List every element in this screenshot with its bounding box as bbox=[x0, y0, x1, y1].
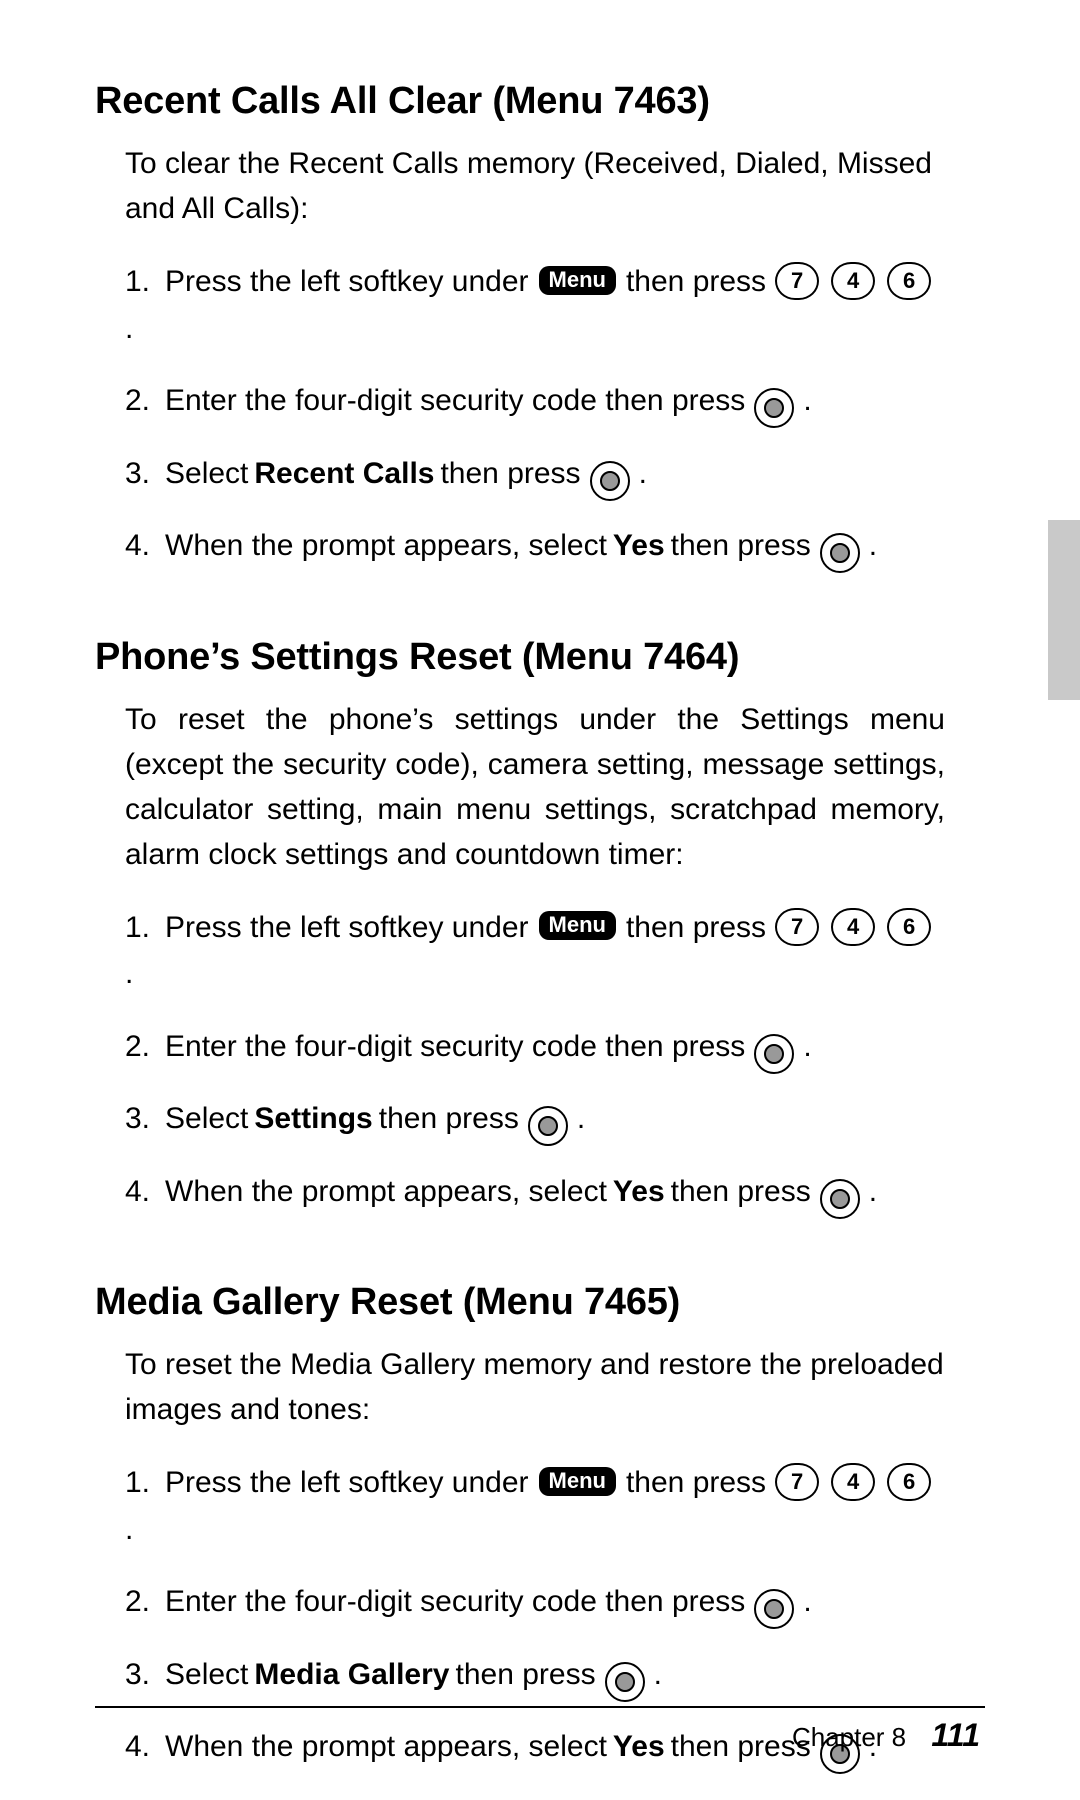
step-text: then press bbox=[671, 523, 811, 570]
step-1: 1. Press the left softkey under Menu the… bbox=[125, 1460, 945, 1553]
intro-text: To reset the phone’s settings under the … bbox=[125, 697, 945, 877]
period: . bbox=[803, 378, 811, 425]
step-2: 2. Enter the four-digit security code th… bbox=[125, 1579, 945, 1626]
keypad-7-icon: 7 bbox=[775, 262, 819, 300]
step-1: 1. Press the left softkey under Menu the… bbox=[125, 905, 945, 998]
keypad-7-icon: 7 bbox=[775, 908, 819, 946]
step-text: Select bbox=[165, 1652, 248, 1699]
period: . bbox=[577, 1096, 585, 1143]
step-text: Enter the four-digit security code then … bbox=[165, 1024, 745, 1071]
ok-button-icon bbox=[754, 1034, 794, 1074]
keypad-4-icon: 4 bbox=[831, 1463, 875, 1501]
period: . bbox=[803, 1024, 811, 1071]
step-number: 1. bbox=[125, 905, 159, 952]
keypad-4-icon: 4 bbox=[831, 908, 875, 946]
step-text: Select bbox=[165, 1096, 248, 1143]
period: . bbox=[125, 951, 133, 998]
menu-softkey-icon: Menu bbox=[539, 266, 616, 295]
step-text: Enter the four-digit security code then … bbox=[165, 1579, 745, 1626]
step-4: 4. When the prompt appears, select Yes t… bbox=[125, 523, 945, 570]
step-text: then press bbox=[379, 1096, 519, 1143]
section-gap bbox=[95, 1241, 945, 1281]
step-3: 3. Select Settings then press . bbox=[125, 1096, 945, 1143]
step-1: 1. Press the left softkey under Menu the… bbox=[125, 259, 945, 352]
yes-option: Yes bbox=[613, 1169, 665, 1216]
step-text: Enter the four-digit security code then … bbox=[165, 378, 745, 425]
select-option: Settings bbox=[254, 1096, 372, 1143]
ok-button-icon bbox=[754, 388, 794, 428]
step-number: 3. bbox=[125, 1652, 159, 1699]
step-number: 4. bbox=[125, 1724, 159, 1771]
intro-text: To clear the Recent Calls memory (Receiv… bbox=[125, 141, 945, 231]
footer: Chapter 8 111 bbox=[792, 1717, 980, 1754]
ok-button-icon bbox=[590, 461, 630, 501]
chapter-label: Chapter 8 bbox=[792, 1722, 906, 1752]
ok-button-icon bbox=[820, 1179, 860, 1219]
step-text: Press the left softkey under bbox=[165, 1460, 529, 1507]
step-text: Press the left softkey under bbox=[165, 905, 529, 952]
step-3: 3. Select Media Gallery then press . bbox=[125, 1652, 945, 1699]
period: . bbox=[869, 1169, 877, 1216]
select-option: Recent Calls bbox=[254, 451, 434, 498]
step-text: then press bbox=[455, 1652, 595, 1699]
keypad-7-icon: 7 bbox=[775, 1463, 819, 1501]
step-number: 4. bbox=[125, 523, 159, 570]
step-text: then press bbox=[671, 1169, 811, 1216]
ok-button-icon bbox=[820, 533, 860, 573]
menu-softkey-icon: Menu bbox=[539, 911, 616, 940]
page: Recent Calls All Clear (Menu 7463) To cl… bbox=[0, 0, 1080, 1800]
period: . bbox=[869, 523, 877, 570]
step-2: 2. Enter the four-digit security code th… bbox=[125, 378, 945, 425]
menu-softkey-icon: Menu bbox=[539, 1467, 616, 1496]
intro-text: To reset the Media Gallery memory and re… bbox=[125, 1342, 945, 1432]
section-gap bbox=[95, 596, 945, 636]
step-text: then press bbox=[626, 1460, 766, 1507]
heading-settings-reset: Phone’s Settings Reset (Menu 7464) bbox=[95, 636, 945, 679]
step-number: 4. bbox=[125, 1169, 159, 1216]
ok-button-icon bbox=[754, 1589, 794, 1629]
heading-media-gallery-reset: Media Gallery Reset (Menu 7465) bbox=[95, 1281, 945, 1324]
period: . bbox=[125, 306, 133, 353]
keypad-6-icon: 6 bbox=[887, 908, 931, 946]
heading-recent-calls-clear: Recent Calls All Clear (Menu 7463) bbox=[95, 80, 945, 123]
footer-rule bbox=[95, 1706, 985, 1708]
ok-button-icon bbox=[605, 1662, 645, 1702]
step-text: then press bbox=[671, 1724, 811, 1771]
keypad-6-icon: 6 bbox=[887, 1463, 931, 1501]
step-number: 1. bbox=[125, 259, 159, 306]
step-number: 3. bbox=[125, 451, 159, 498]
content: Recent Calls All Clear (Menu 7463) To cl… bbox=[95, 80, 945, 1797]
step-number: 2. bbox=[125, 1024, 159, 1071]
yes-option: Yes bbox=[613, 1724, 665, 1771]
select-option: Media Gallery bbox=[254, 1652, 449, 1699]
period: . bbox=[803, 1579, 811, 1626]
yes-option: Yes bbox=[613, 523, 665, 570]
period: . bbox=[654, 1652, 662, 1699]
step-number: 2. bbox=[125, 378, 159, 425]
step-text: When the prompt appears, select bbox=[165, 1724, 607, 1771]
step-text: then press bbox=[440, 451, 580, 498]
step-text: When the prompt appears, select bbox=[165, 523, 607, 570]
side-tab bbox=[1048, 520, 1080, 700]
step-number: 2. bbox=[125, 1579, 159, 1626]
step-text: Select bbox=[165, 451, 248, 498]
keypad-6-icon: 6 bbox=[887, 262, 931, 300]
period: . bbox=[639, 451, 647, 498]
step-4: 4. When the prompt appears, select Yes t… bbox=[125, 1169, 945, 1216]
step-text: then press bbox=[626, 259, 766, 306]
step-text: When the prompt appears, select bbox=[165, 1169, 607, 1216]
period: . bbox=[125, 1507, 133, 1554]
step-number: 1. bbox=[125, 1460, 159, 1507]
ok-button-icon bbox=[528, 1106, 568, 1146]
step-3: 3. Select Recent Calls then press . bbox=[125, 451, 945, 498]
page-number: 111 bbox=[931, 1717, 980, 1753]
keypad-4-icon: 4 bbox=[831, 262, 875, 300]
step-2: 2. Enter the four-digit security code th… bbox=[125, 1024, 945, 1071]
step-number: 3. bbox=[125, 1096, 159, 1143]
step-text: Press the left softkey under bbox=[165, 259, 529, 306]
step-text: then press bbox=[626, 905, 766, 952]
